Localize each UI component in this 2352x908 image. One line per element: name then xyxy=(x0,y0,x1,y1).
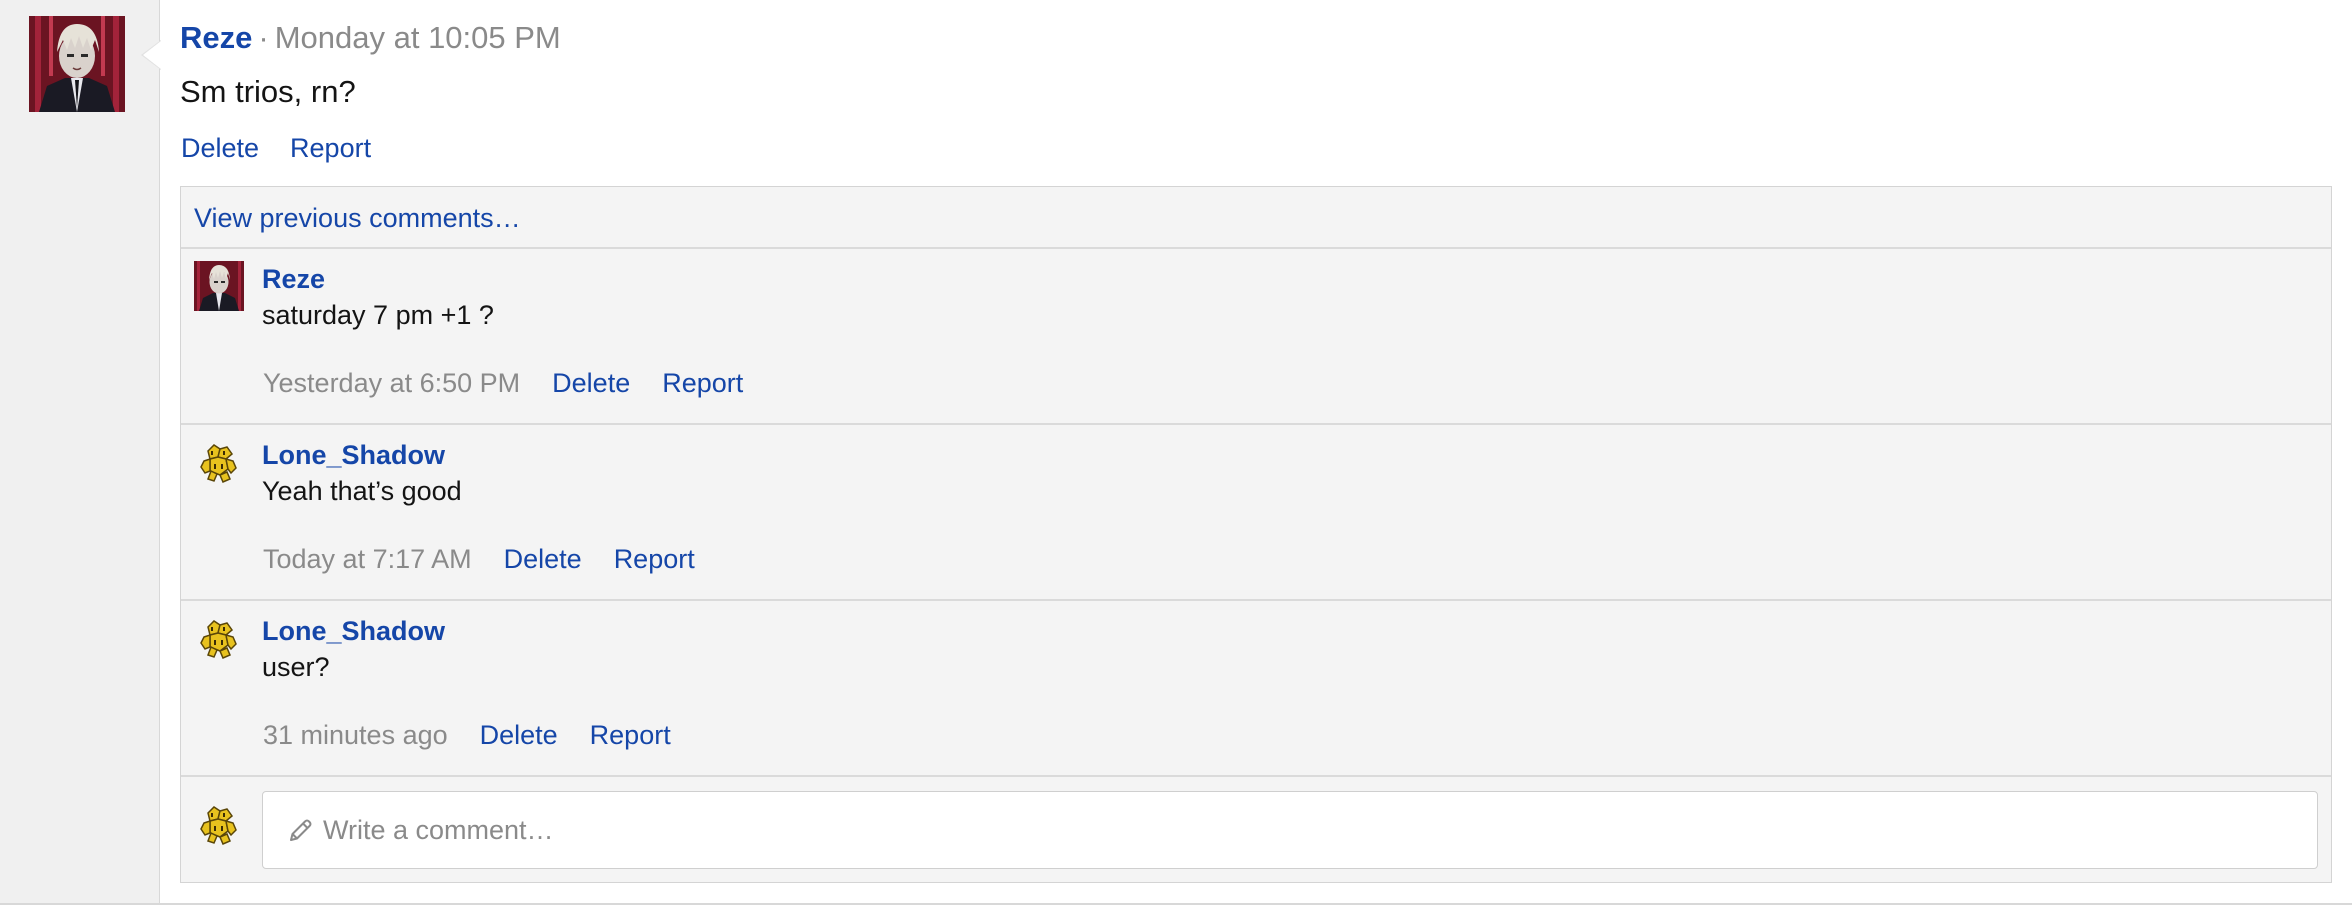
bottom-divider xyxy=(0,903,2352,908)
comments-panel: View previous comments… Reze saturday 7 … xyxy=(180,186,2332,883)
comment-item: Lone_Shadow user? 31 minutes ago Delete Re… xyxy=(181,601,2331,777)
comment-meta: 31 minutes ago Delete Report xyxy=(263,719,703,751)
post-actions: Delete Report xyxy=(181,132,402,164)
pencil-icon xyxy=(287,816,315,844)
comment-meta: Yesterday at 6:50 PM Delete Report xyxy=(263,367,775,399)
view-previous-row: View previous comments… xyxy=(181,187,2331,249)
left-gutter xyxy=(0,0,160,903)
comment-composer: Write a comment… xyxy=(181,779,2331,883)
comment-placeholder: Write a comment… xyxy=(323,815,554,845)
reze-avatar-image xyxy=(194,261,244,311)
post-delete-link[interactable]: Delete xyxy=(181,133,259,163)
comment-timestamp[interactable]: Today at 7:17 AM xyxy=(263,544,472,574)
comment-text: saturday 7 pm +1 ? xyxy=(262,300,494,330)
comment-report-link[interactable]: Report xyxy=(590,720,671,750)
post-author-link[interactable]: Reze xyxy=(180,20,252,55)
reze-avatar-image xyxy=(29,16,125,112)
header-separator: · xyxy=(258,20,269,55)
comment-report-link[interactable]: Report xyxy=(614,544,695,574)
comment-author-link[interactable]: Reze xyxy=(262,263,325,295)
comment-author-avatar[interactable] xyxy=(194,261,244,311)
view-previous-comments-link[interactable]: View previous comments… xyxy=(194,202,521,234)
comment-text: user? xyxy=(262,652,330,682)
post-body: Sm trios, rn? xyxy=(180,74,356,109)
comment-timestamp[interactable]: 31 minutes ago xyxy=(263,720,448,750)
lone-shadow-avatar-image xyxy=(200,620,237,659)
lone-shadow-avatar-image xyxy=(200,806,237,845)
post-author-avatar[interactable] xyxy=(29,16,125,112)
comment-item: Reze saturday 7 pm +1 ? Yesterday at 6:5… xyxy=(181,249,2331,425)
comment-author-avatar[interactable] xyxy=(194,437,244,487)
comment-delete-link[interactable]: Delete xyxy=(480,720,558,750)
comment-item: Lone_Shadow Yeah that’s good Today at 7:… xyxy=(181,425,2331,601)
comment-delete-link[interactable]: Delete xyxy=(552,368,630,398)
comment-report-link[interactable]: Report xyxy=(662,368,743,398)
comment-author-link[interactable]: Lone_Shadow xyxy=(262,439,445,471)
post-timestamp[interactable]: Monday at 10:05 PM xyxy=(275,20,561,55)
speech-arrow xyxy=(141,40,161,70)
comment-delete-link[interactable]: Delete xyxy=(504,544,582,574)
comment-author-avatar[interactable] xyxy=(194,613,244,663)
post-report-link[interactable]: Report xyxy=(290,133,371,163)
comment-text: Yeah that’s good xyxy=(262,476,462,506)
profile-post-page: Reze · Monday at 10:05 PM Sm trios, rn? De… xyxy=(0,0,2352,908)
comment-author-link[interactable]: Lone_Shadow xyxy=(262,615,445,647)
write-comment-input[interactable]: Write a comment… xyxy=(262,791,2318,869)
post-header: Reze · Monday at 10:05 PM xyxy=(180,18,561,58)
comment-timestamp[interactable]: Yesterday at 6:50 PM xyxy=(263,368,520,398)
comment-meta: Today at 7:17 AM Delete Report xyxy=(263,543,727,575)
lone-shadow-avatar-image xyxy=(200,444,237,483)
composer-user-avatar xyxy=(194,799,244,849)
